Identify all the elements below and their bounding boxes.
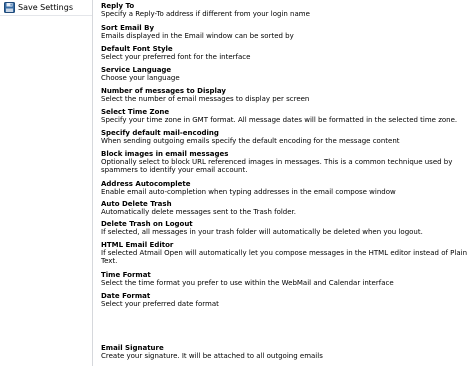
setting-title: Auto Delete Trash (101, 200, 172, 208)
setting-description: Optionally select to block URL reference… (101, 158, 453, 174)
setting-title: Date Format (101, 292, 151, 300)
setting-description: Specify a Reply-To address if different … (101, 10, 310, 18)
setting-html-email-editor: HTML Email Editor If selected Atmail Ope… (101, 241, 472, 265)
setting-description: When sending outgoing emails specify the… (101, 137, 400, 145)
setting-address-autocomplete: Address Autocomplete Enable email auto-c… (101, 180, 472, 196)
settings-page: Save Settings Reply To Specify a Reply-T… (0, 0, 474, 366)
setting-description: Select your preferred date format (101, 300, 219, 308)
setting-block-images: Block images in email messages Optionall… (101, 150, 472, 174)
save-settings-button[interactable]: Save Settings (0, 0, 92, 16)
setting-description: Emails displayed in the Email window can… (101, 32, 294, 40)
setting-title: Email Signature (101, 344, 164, 352)
setting-title: Delete Trash on Logout (101, 220, 193, 228)
setting-date-format: Date Format Select your preferred date f… (101, 292, 472, 308)
setting-title: Select Time Zone (101, 108, 170, 116)
setting-description: Choose your language (101, 74, 180, 82)
setting-description: Select your preferred font for the inter… (101, 53, 251, 61)
save-settings-label: Save Settings (18, 3, 73, 12)
setting-email-signature: Email Signature Create your signature. I… (101, 344, 472, 360)
setting-title: Reply To (101, 2, 135, 10)
setting-description: If selected, all messages in your trash … (101, 228, 423, 236)
setting-description: Enable email auto-completion when typing… (101, 188, 396, 196)
setting-time-format: Time Format Select the time format you p… (101, 271, 472, 287)
floppy-disk-icon (0, 0, 18, 15)
setting-delete-trash-on-logout: Delete Trash on Logout If selected, all … (101, 220, 472, 236)
setting-description: Specify your time zone in GMT format. Al… (101, 116, 458, 124)
setting-sort-email-by: Sort Email By Emails displayed in the Em… (101, 24, 472, 40)
setting-title: Service Language (101, 66, 172, 74)
setting-title: Sort Email By (101, 24, 155, 32)
setting-title: Address Autocomplete (101, 180, 191, 188)
setting-messages-to-display: Number of messages to Display Select the… (101, 87, 472, 103)
setting-auto-delete-trash: Auto Delete Trash Automatically delete m… (101, 200, 472, 216)
setting-title: Specify default mail-encoding (101, 129, 219, 137)
setting-reply-to: Reply To Specify a Reply-To address if d… (101, 2, 472, 18)
sidebar: Save Settings (0, 0, 93, 366)
settings-list: Reply To Specify a Reply-To address if d… (101, 0, 474, 366)
setting-mail-encoding: Specify default mail-encoding When sendi… (101, 129, 472, 145)
setting-description: Select the time format you prefer to use… (101, 279, 394, 287)
setting-title: Block images in email messages (101, 150, 229, 158)
setting-title: Number of messages to Display (101, 87, 226, 95)
setting-time-zone: Select Time Zone Specify your time zone … (101, 108, 472, 124)
setting-description: Create your signature. It will be attach… (101, 352, 323, 360)
setting-service-language: Service Language Choose your language (101, 66, 472, 82)
setting-default-font-style: Default Font Style Select your preferred… (101, 45, 472, 61)
setting-title: Default Font Style (101, 45, 173, 53)
setting-description: If selected Atmail Open will automatical… (101, 249, 468, 265)
setting-title: Time Format (101, 271, 151, 279)
setting-description: Select the number of email messages to d… (101, 95, 310, 103)
setting-title: HTML Email Editor (101, 241, 174, 249)
setting-description: Automatically delete messages sent to th… (101, 208, 297, 216)
